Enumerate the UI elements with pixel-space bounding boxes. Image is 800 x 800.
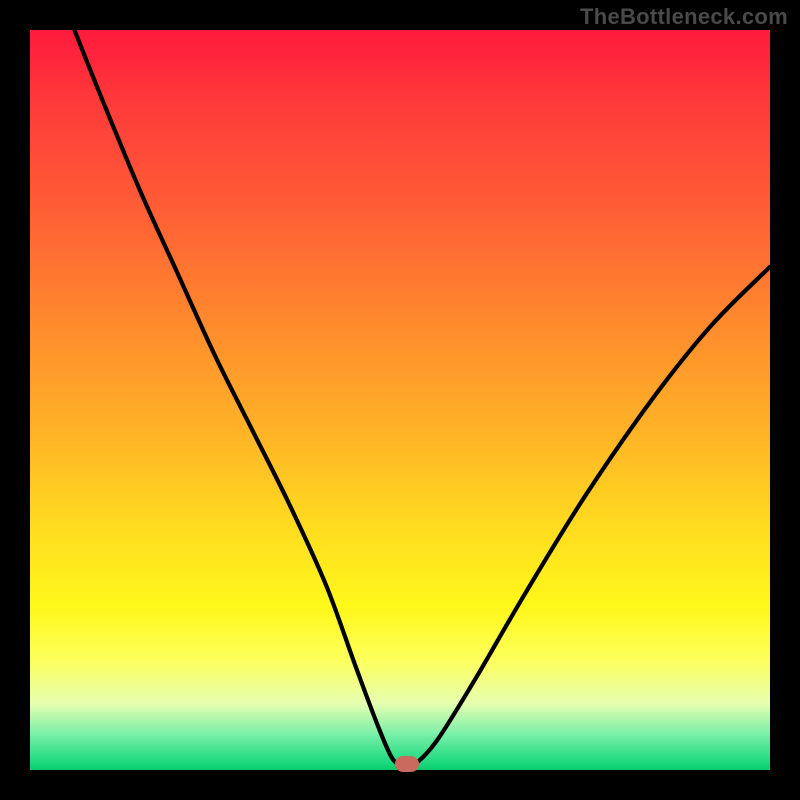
chart-frame: TheBottleneck.com [0, 0, 800, 800]
bottleneck-curve [30, 30, 770, 770]
watermark-text: TheBottleneck.com [580, 4, 788, 30]
optimal-marker [395, 756, 419, 772]
plot-area [30, 30, 770, 770]
